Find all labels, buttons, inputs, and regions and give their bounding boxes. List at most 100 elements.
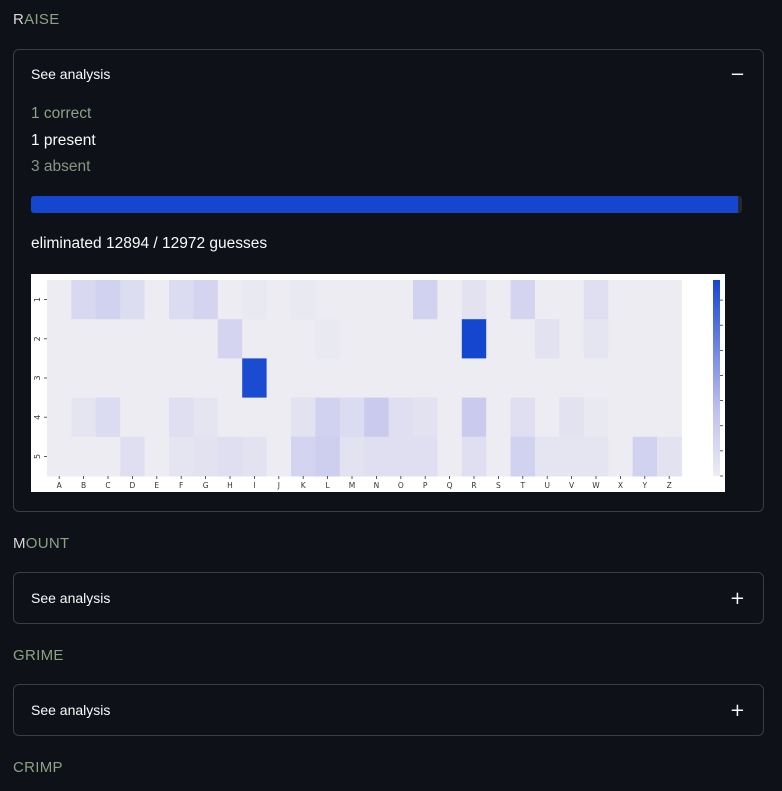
- heatmap-cell: [144, 280, 170, 320]
- progress-fill: [31, 196, 738, 213]
- colorbar: [713, 280, 720, 476]
- heatmap-cell: [535, 397, 560, 438]
- x-tick-label: J: [277, 481, 280, 490]
- heatmap-cell: [413, 397, 438, 438]
- x-tick-label: Z: [667, 481, 672, 490]
- heatmap-cell: [388, 319, 414, 359]
- guess-letter: M: [13, 535, 26, 552]
- expand-icon[interactable]: +: [730, 700, 745, 721]
- guess-letters: RIME: [24, 647, 64, 664]
- heatmap-cell: [437, 358, 463, 399]
- heatmap-cell: [217, 358, 243, 399]
- heatmap-cell: [339, 319, 365, 359]
- heatmap-cell: [486, 436, 512, 477]
- analysis-expander-mount: See analysis +: [13, 572, 764, 624]
- heatmap-cell: [608, 436, 634, 477]
- analysis-expander-header[interactable]: See analysis +: [14, 573, 763, 623]
- heatmap-cell: [242, 397, 268, 438]
- heatmap-cell: [437, 436, 463, 477]
- x-tick-label: X: [618, 481, 623, 490]
- y-tick-label: 3: [33, 375, 42, 380]
- heatmap-cell: [291, 280, 316, 320]
- heatmap-cell: [291, 397, 316, 438]
- x-tick-label: B: [81, 481, 86, 490]
- heatmap-cell: [291, 319, 316, 359]
- heatmap-cell: [510, 358, 536, 399]
- heatmap-cell: [461, 397, 487, 438]
- heatmap-cell: [71, 319, 97, 359]
- heatmap-cell: [47, 280, 72, 320]
- heatmap-cell: [413, 319, 438, 359]
- heatmap-cell: [120, 358, 146, 399]
- x-tick-label: Y: [642, 481, 648, 490]
- heatmap-cell: [169, 397, 194, 438]
- analysis-expander-header[interactable]: See analysis +: [14, 685, 763, 735]
- guess-letters: OUNT: [25, 535, 70, 552]
- heatmap-cell: [339, 280, 365, 320]
- heatmap-svg: 12345ABCDEFGHIJKLMNOPQRSTUVWXYZ010203040…: [33, 280, 723, 490]
- x-tick-label: H: [227, 481, 233, 490]
- heatmap-cell: [291, 358, 316, 399]
- heatmap-cell: [339, 397, 365, 438]
- heatmap-cell: [486, 319, 512, 359]
- heatmap-cell: [71, 280, 97, 320]
- heatmap-cell: [291, 436, 316, 477]
- see-analysis-label: See analysis: [31, 590, 111, 606]
- heatmap-cell: [608, 319, 634, 359]
- heatmap-cell: [559, 436, 585, 477]
- heatmap-cell: [657, 397, 682, 438]
- heatmap-cell: [47, 358, 72, 399]
- heatmap-cell: [266, 397, 292, 438]
- x-tick-label: F: [179, 481, 183, 490]
- heatmap-cell: [510, 397, 536, 438]
- heatmap-cell: [266, 319, 292, 359]
- correct-count: 1 correct: [31, 105, 92, 122]
- x-tick-label: C: [105, 481, 110, 490]
- x-tick-label: R: [471, 481, 476, 490]
- heatmap-cell: [437, 280, 463, 320]
- heatmap-cell: [242, 319, 268, 359]
- expand-icon[interactable]: +: [730, 588, 745, 609]
- heatmap-cell: [339, 436, 365, 477]
- letter-position-heatmap: 12345ABCDEFGHIJKLMNOPQRSTUVWXYZ010203040…: [31, 274, 725, 492]
- analysis-expander-header[interactable]: See analysis −: [14, 50, 763, 98]
- x-tick-label: I: [253, 481, 255, 490]
- heatmap-cell: [388, 280, 414, 320]
- heatmap-cell: [388, 397, 414, 438]
- collapse-icon[interactable]: −: [730, 64, 745, 85]
- heatmap-cell: [657, 358, 682, 399]
- heatmap-cell: [217, 436, 243, 477]
- heatmap-cell: [413, 436, 438, 477]
- heatmap-cell: [486, 397, 512, 438]
- heatmap-cell: [583, 397, 609, 438]
- heatmap-cell: [266, 358, 292, 399]
- x-tick-label: A: [57, 481, 63, 490]
- heatmap-cell: [339, 358, 365, 399]
- heatmap-cell: [71, 358, 97, 399]
- heatmap-cell: [120, 397, 146, 438]
- heatmap-cell: [169, 436, 194, 477]
- heatmap-cell: [535, 436, 560, 477]
- see-analysis-label: See analysis: [31, 702, 111, 718]
- heatmap-cell: [437, 397, 463, 438]
- x-tick-label: G: [203, 481, 209, 490]
- x-tick-label: Q: [447, 481, 453, 490]
- x-tick-label: K: [301, 481, 307, 490]
- guess-letters: RIMP: [24, 759, 63, 776]
- heatmap-cell: [510, 436, 536, 477]
- guess-word-mount: MOUNT: [13, 535, 70, 552]
- heatmap-cell: [364, 358, 390, 399]
- heatmap-cell: [608, 358, 634, 399]
- heatmap-cell: [242, 280, 268, 320]
- x-tick-label: N: [374, 481, 380, 490]
- guess-letter: G: [13, 647, 25, 664]
- heatmap-cell: [193, 436, 219, 477]
- heatmap-cell: [193, 358, 219, 399]
- heatmap-cell: [95, 280, 121, 320]
- heatmap-cell: [461, 358, 487, 399]
- heatmap-cell: [657, 280, 682, 320]
- guess-letters: AISE: [24, 11, 60, 28]
- x-tick-label: E: [154, 481, 159, 490]
- heatmap-cell: [632, 436, 658, 477]
- heatmap-cell: [120, 280, 146, 320]
